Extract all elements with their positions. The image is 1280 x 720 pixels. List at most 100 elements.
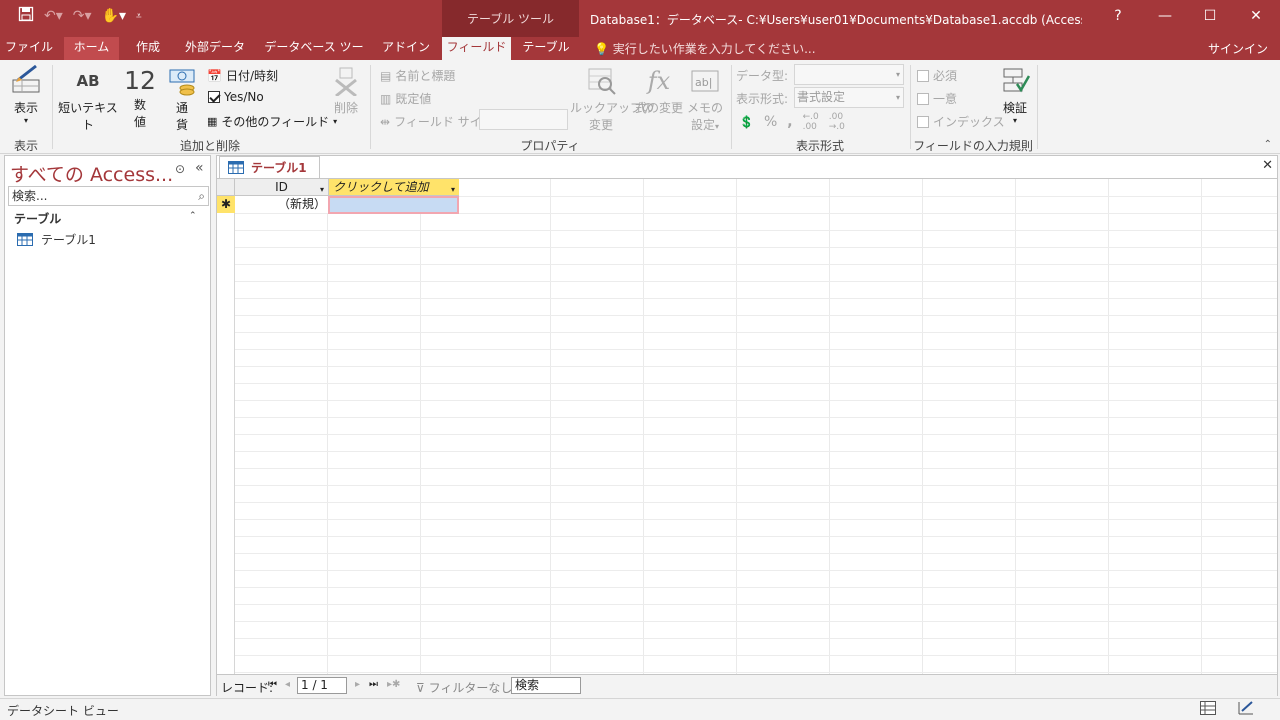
calendar-icon: 📅	[207, 68, 222, 83]
last-record-icon[interactable]: ⏭	[369, 679, 378, 690]
tab-table[interactable]: テーブル	[516, 37, 576, 60]
default-value-icon: ▥	[380, 91, 392, 106]
decrease-decimal-icon[interactable]: .00 →.0	[829, 112, 845, 132]
data-type-select[interactable]: ▾	[794, 64, 904, 85]
close-document-icon[interactable]: ✕	[1262, 158, 1273, 173]
column-header-add-label: クリックして追加	[333, 180, 429, 194]
previous-record-icon[interactable]: ◂	[285, 679, 290, 690]
field-size-label-wrap: ⇹ フィールド サイズ	[380, 113, 493, 130]
document-tab-table1[interactable]: テーブル1	[219, 156, 320, 178]
undo-icon[interactable]: ↶▾	[44, 8, 63, 24]
status-bar: データシート ビュー	[0, 698, 1280, 720]
comma-format-button[interactable]: ,	[787, 114, 792, 130]
tab-create[interactable]: 作成	[124, 37, 172, 60]
new-record-id-cell[interactable]: （新規）	[235, 196, 329, 213]
separator	[1037, 65, 1038, 149]
group-label-add-delete: 追加と削除	[179, 139, 240, 153]
tell-me-box[interactable]: 💡 実行したい作業を入力してください...	[594, 40, 816, 57]
currency-button[interactable]: 通 貨	[164, 66, 200, 133]
minimize-button[interactable]: —	[1142, 0, 1188, 32]
view-label: 表示	[13, 101, 38, 115]
number-format-buttons: 💲 % , ←.0.00 .00 →.0	[739, 112, 845, 132]
column-header-id-label: ID	[275, 180, 288, 194]
document-area: テーブル1 ✕ ID ▾ クリックして追加 ▾ ✱ （新規） レコード: ⏮ ◂…	[216, 155, 1278, 696]
column-header-click-to-add[interactable]: クリックして追加 ▾	[329, 179, 459, 196]
column-header-id[interactable]: ID ▾	[235, 179, 329, 196]
new-record-marker[interactable]: ✱	[217, 196, 235, 213]
nav-category-tables[interactable]: テーブル	[14, 210, 61, 227]
nav-item-table1[interactable]: テーブル1	[17, 231, 96, 248]
yesno-button[interactable]: Yes/No	[208, 90, 264, 104]
number-button[interactable]: 12 数 値	[122, 66, 158, 130]
field-size-input[interactable]	[479, 109, 568, 130]
redo-icon[interactable]: ↷▾	[73, 8, 92, 24]
datetime-button[interactable]: 📅 日付/時刻	[207, 67, 278, 84]
filter-label: フィルターなし	[428, 681, 513, 695]
help-button[interactable]: ?	[1095, 0, 1141, 32]
default-value-button[interactable]: ▥ 既定値	[380, 90, 431, 107]
new-record-icon[interactable]: ▸✱	[387, 679, 400, 690]
first-record-icon[interactable]: ⏮	[268, 679, 277, 690]
nav-item-label: テーブル1	[41, 233, 96, 247]
datasheet-view-icon[interactable]	[1200, 701, 1222, 718]
tab-file[interactable]: ファイル	[0, 37, 58, 60]
memo-settings-button[interactable]: ab| メモの 設定▾	[686, 66, 724, 133]
new-record-add-cell[interactable]	[328, 196, 459, 214]
required-checkbox[interactable]: 必須	[917, 67, 957, 84]
collapse-category-icon[interactable]: ⌃	[189, 211, 197, 221]
view-button[interactable]: 表示 ▾	[6, 64, 46, 125]
validation-button[interactable]: 検証 ▾	[996, 66, 1034, 125]
record-search-input[interactable]: 検索	[511, 677, 581, 694]
required-check-icon	[917, 69, 929, 82]
dropdown-arrow-icon: ▾	[895, 93, 900, 102]
delete-button[interactable]: 削除	[330, 66, 362, 116]
tab-fields[interactable]: フィールド	[442, 37, 511, 60]
short-text-button[interactable]: AB 短いテキスト	[56, 72, 120, 133]
touch-mode-icon[interactable]: ✋▾	[102, 8, 126, 24]
nav-pane-title[interactable]: すべての Access...	[10, 160, 173, 187]
validation-label: 検証	[1002, 101, 1027, 115]
design-view-icon[interactable]	[1238, 701, 1260, 718]
close-button[interactable]: ✕	[1233, 0, 1279, 32]
collapse-ribbon-icon[interactable]: ⌃	[1264, 139, 1272, 150]
maximize-button[interactable]: ☐	[1187, 0, 1233, 32]
more-fields-button[interactable]: ▦ その他のフィールド ▾	[207, 113, 337, 130]
customize-qat-icon[interactable]: ⩡	[136, 11, 142, 22]
separator	[370, 65, 371, 149]
default-value-label: 既定値	[395, 92, 432, 106]
grid-lines	[217, 179, 1277, 674]
sign-in-link[interactable]: サインイン	[1208, 40, 1268, 57]
filter-toggle[interactable]: ⊽ フィルターなし	[416, 679, 512, 696]
name-caption-label: 名前と標題	[395, 69, 456, 83]
svg-text:ab|: ab|	[695, 76, 712, 89]
current-record-input[interactable]: 1 / 1	[297, 677, 347, 694]
collapse-nav-icon[interactable]: «	[195, 160, 204, 176]
expression-button[interactable]: fx 式の変更	[635, 66, 683, 116]
tab-external-data[interactable]: 外部データ	[178, 37, 252, 60]
save-icon[interactable]	[18, 6, 34, 26]
delete-label: 削除	[333, 101, 358, 115]
format-select[interactable]: 書式設定 ▾	[794, 87, 904, 108]
lookup-button[interactable]: ルックアップの 変更	[570, 66, 655, 133]
dropdown-arrow-icon: ▾	[895, 70, 900, 79]
increase-decimal-icon[interactable]: ←.0.00	[803, 112, 819, 132]
more-fields-icon: ▦	[207, 115, 218, 128]
currency-format-icon[interactable]: 💲	[739, 115, 754, 129]
tab-database-tools[interactable]: データベース ツール	[260, 37, 368, 75]
select-all-corner[interactable]	[217, 179, 235, 196]
currency-icon	[169, 69, 195, 96]
tab-home[interactable]: ホーム	[64, 37, 119, 60]
tab-addins[interactable]: アドイン	[376, 37, 436, 60]
context-tab-header: テーブル ツール	[442, 0, 579, 37]
next-record-icon[interactable]: ▸	[355, 679, 360, 690]
indexed-checkbox[interactable]: インデックス	[917, 113, 1005, 130]
memo-label-1: メモの	[686, 101, 723, 115]
validation-icon	[1003, 68, 1030, 93]
unique-checkbox[interactable]: 一意	[917, 90, 957, 107]
nav-search-input[interactable]: 検索... ⌕	[8, 186, 209, 206]
percent-format-button[interactable]: %	[764, 114, 777, 130]
lookup-label-1: ルックアップの	[570, 101, 655, 115]
more-fields-label: その他のフィールド	[221, 115, 330, 129]
nav-menu-icon[interactable]: ⊙	[175, 162, 185, 176]
name-caption-button[interactable]: ▤ 名前と標題	[380, 67, 455, 84]
